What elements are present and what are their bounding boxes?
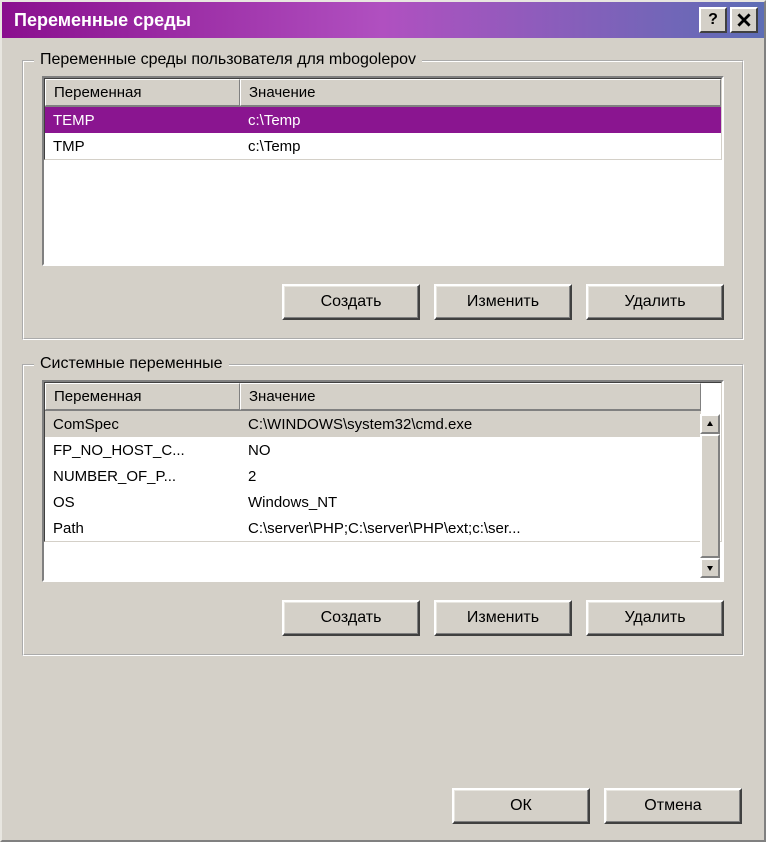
cell-value: NO	[240, 440, 701, 461]
system-group-legend: Системные переменные	[34, 355, 229, 373]
cell-variable: FP_NO_HOST_C...	[45, 440, 240, 461]
cell-variable: TEMP	[45, 110, 240, 131]
delete-button[interactable]: Удалить	[586, 600, 724, 636]
help-icon[interactable]: ?	[699, 7, 727, 33]
environment-variables-dialog: Переменные среды ? Переменные среды поль…	[0, 0, 766, 842]
dialog-content: Переменные среды пользователя для mbogol…	[2, 38, 764, 840]
titlebar: Переменные среды ?	[2, 2, 764, 38]
cell-variable: OS	[45, 492, 240, 513]
table-row[interactable]: FP_NO_HOST_C...NO	[45, 437, 701, 463]
create-button[interactable]: Создать	[282, 284, 420, 320]
table-row[interactable]: TEMPc:\Temp	[45, 107, 721, 133]
table-row[interactable]: TMPc:\Temp	[45, 133, 721, 159]
cell-value: 2	[240, 466, 701, 487]
ok-button[interactable]: ОК	[452, 788, 590, 824]
user-buttons-row: Создать Изменить Удалить	[42, 284, 724, 320]
scroll-down-icon[interactable]	[700, 558, 720, 578]
scroll-up-icon[interactable]	[700, 414, 720, 434]
column-header-value[interactable]: Значение	[240, 79, 721, 106]
titlebar-buttons: ?	[699, 7, 758, 33]
scroll-thumb[interactable]	[700, 434, 720, 558]
cell-variable: NUMBER_OF_P...	[45, 466, 240, 487]
close-icon[interactable]	[730, 7, 758, 33]
cell-value: C:\WINDOWS\system32\cmd.exe	[240, 414, 701, 435]
column-header-variable[interactable]: Переменная	[45, 79, 240, 106]
table-row[interactable]: NUMBER_OF_P...2	[45, 463, 701, 489]
table-row[interactable]: ComSpecC:\WINDOWS\system32\cmd.exe	[45, 411, 701, 437]
cell-variable: TMP	[45, 136, 240, 157]
cell-value: c:\Temp	[240, 136, 721, 157]
list-body: ComSpecC:\WINDOWS\system32\cmd.exeFP_NO_…	[45, 411, 701, 541]
cell-value: C:\server\PHP;C:\server\PHP\ext;c:\ser..…	[240, 518, 701, 539]
edit-button[interactable]: Изменить	[434, 284, 572, 320]
vertical-scrollbar[interactable]	[700, 414, 720, 578]
system-variables-list[interactable]: Переменная Значение ComSpecC:\WINDOWS\sy…	[42, 380, 724, 582]
cancel-button[interactable]: Отмена	[604, 788, 742, 824]
cell-value: Windows_NT	[240, 492, 701, 513]
list-body: TEMPc:\TempTMPc:\Temp	[45, 107, 721, 159]
dialog-buttons-row: ОК Отмена	[22, 784, 744, 824]
table-row[interactable]: PathC:\server\PHP;C:\server\PHP\ext;c:\s…	[45, 515, 701, 541]
delete-button[interactable]: Удалить	[586, 284, 724, 320]
list-header: Переменная Значение	[45, 79, 721, 107]
system-buttons-row: Создать Изменить Удалить	[42, 600, 724, 636]
user-variables-group: Переменные среды пользователя для mbogol…	[22, 60, 744, 340]
user-variables-list[interactable]: Переменная Значение TEMPc:\TempTMPc:\Tem…	[42, 76, 724, 266]
system-variables-group: Системные переменные Переменная Значение…	[22, 364, 744, 656]
user-group-legend: Переменные среды пользователя для mbogol…	[34, 51, 422, 69]
cell-value: c:\Temp	[240, 110, 721, 131]
column-header-variable[interactable]: Переменная	[45, 383, 240, 410]
scroll-track[interactable]	[700, 434, 720, 558]
column-header-value[interactable]: Значение	[240, 383, 701, 410]
cell-variable: Path	[45, 518, 240, 539]
list-header: Переменная Значение	[45, 383, 701, 411]
edit-button[interactable]: Изменить	[434, 600, 572, 636]
table-row[interactable]: OSWindows_NT	[45, 489, 701, 515]
cell-variable: ComSpec	[45, 414, 240, 435]
create-button[interactable]: Создать	[282, 600, 420, 636]
window-title: Переменные среды	[8, 10, 699, 31]
